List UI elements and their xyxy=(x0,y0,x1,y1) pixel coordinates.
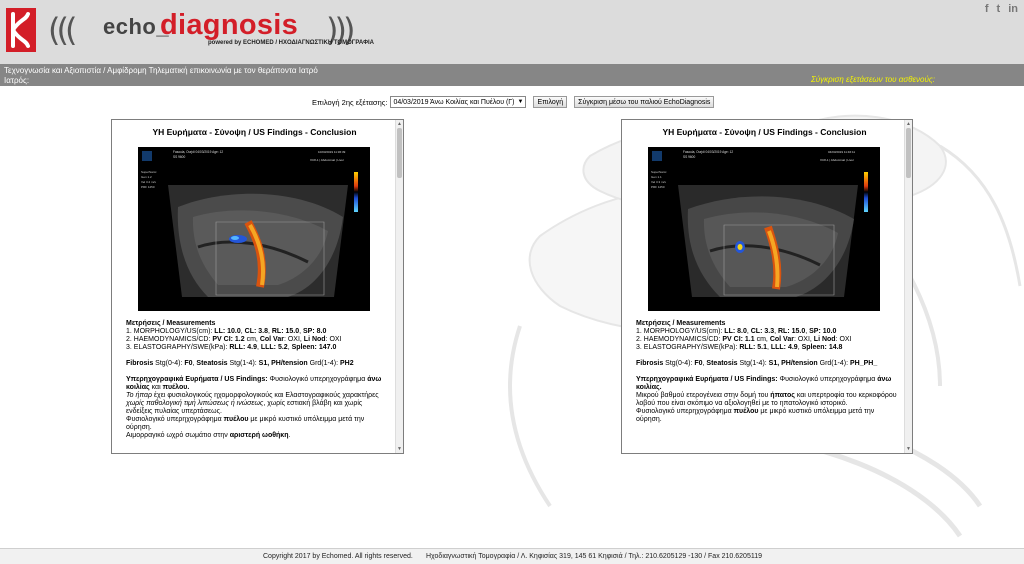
us-findings: Υπερηχογραφικά Ευρήματα / US Findings: Φ… xyxy=(126,376,382,391)
chevron-down-icon: ▼ xyxy=(517,99,524,105)
image-param-1: SuperSonic xyxy=(651,170,667,174)
image-date-text: 10/03/2019 11:36:39 xyxy=(318,150,346,154)
doctor-label: Ιατρός: xyxy=(4,76,30,85)
image-param-2: Gen 1.1 xyxy=(651,175,662,179)
info-strip: Τεχνογνωσία και Αξιοπιστία / Αμφίδρομη Τ… xyxy=(0,64,1024,86)
pelvis-finding: Φυσιολογικό υπερηχογράφημα πυέλου με μικ… xyxy=(636,408,875,423)
image-param-4: PRF 1250 xyxy=(141,185,155,189)
sound-wave-left-icon: ((( xyxy=(48,11,78,49)
image-header-text: Fasoula, Ourjdi 04/03/2019 Age: 12 xyxy=(173,150,223,154)
left-report-panel[interactable]: ΥΗ Ευρήματα - Σύνοψη / US Findings - Con… xyxy=(111,119,404,454)
image-param-4: PRF 1250 xyxy=(651,185,665,189)
image-param-2: Gen 1.2 xyxy=(141,175,152,179)
image-sub-text: SS 9600 xyxy=(683,155,695,159)
measurement-haemodynamics: 2. HAEMODYNAMICS/CD: PV CI: 1.1 cm, Col … xyxy=(636,336,852,343)
fibrosis-steatosis: Fibrosis Stg(0-4): F0, Steatosis Stg(1-4… xyxy=(636,360,878,367)
scroll-down-icon[interactable]: ▼ xyxy=(906,446,911,452)
site-footer: Copyright 2017 by Echomed. All rights re… xyxy=(0,548,1024,564)
report-title: ΥΗ Ευρήματα - Σύνοψη / US Findings - Con… xyxy=(152,127,357,137)
facebook-icon[interactable]: f xyxy=(985,3,989,15)
measurements-heading: Μετρήσεις / Measurements xyxy=(126,320,216,327)
measurement-morphology: 1. MORPHOLOGY/US(cm): LL: 8.0, CL: 3.3, … xyxy=(636,328,837,335)
measurements-heading: Μετρήσεις / Measurements xyxy=(636,320,726,327)
image-date-text: 04/03/2019 11:46:11 xyxy=(828,150,855,154)
second-exam-select[interactable]: 04/03/2019 Άνω Κοιλίας και Πυέλου (Γ) ▼ xyxy=(390,96,527,108)
image-param-3: Vel 3.3 m/s xyxy=(651,180,666,184)
scroll-thumb[interactable] xyxy=(397,128,402,178)
linkedin-icon[interactable]: in xyxy=(1008,3,1018,15)
image-param-3: Vel 3.2 m/s xyxy=(141,180,156,184)
measurement-haemodynamics: 2. HAEMODYNAMICS/CD: PV CI: 1.2 cm, Col … xyxy=(126,336,342,343)
report-text: Μετρήσεις / Measurements 1. MORPHOLOGY/U… xyxy=(636,320,900,424)
image-mode-text: XC8-1 | Abdominal | Liver xyxy=(820,158,854,162)
scroll-up-icon[interactable]: ▲ xyxy=(397,121,402,127)
address-text: Ηχοδιαγνωστική Τομογραφία / Λ. Κηφισίας … xyxy=(426,553,762,560)
social-links: f t in xyxy=(985,3,1018,15)
twitter-icon[interactable]: t xyxy=(997,3,1001,15)
ultrasound-image[interactable]: Fasoula, Ourjdi 04/03/2019 Age: 12 SS 96… xyxy=(138,147,370,311)
fibrosis-steatosis: Fibrosis Stg(0-4): F0, Steatosis Stg(1-4… xyxy=(126,360,354,367)
measurement-elastography: 3. ELASTOGRAPHY/SWE(kPa): RLL: 4.9, LLL:… xyxy=(126,344,337,351)
liver-finding: Το ήπαρ έχει φυσιολογικούς ηχομορφολογικ… xyxy=(126,392,379,415)
pelvis-finding: Φυσιολογικό υπερηχογράφημα πυέλου με μικ… xyxy=(126,416,365,431)
second-exam-label: Επιλογή 2ης εξέτασης: xyxy=(312,97,388,107)
scroll-down-icon[interactable]: ▼ xyxy=(397,446,402,452)
measurement-elastography: 3. ELASTOGRAPHY/SWE(kPa): RLL: 5.1, LLL:… xyxy=(636,344,843,351)
copyright-text: Copyright 2017 by Echomed. All rights re… xyxy=(263,553,413,560)
image-header-text: Fasoula, Ourjdi 04/03/2019 Age: 12 xyxy=(683,150,733,154)
brand-logo[interactable]: ((( echo_ diagnosis ))) powered by ECHOM… xyxy=(48,6,374,54)
compare-old-button[interactable]: Σύγκριση μέσω του παλιού EchoDiagnosis xyxy=(574,96,715,108)
select-button[interactable]: Επιλογή xyxy=(533,96,568,108)
image-param-1: SuperSonic xyxy=(141,170,157,174)
scroll-thumb[interactable] xyxy=(906,128,911,178)
measurement-morphology: 1. MORPHOLOGY/US(cm): LL: 10.0, CL: 3.8,… xyxy=(126,328,327,335)
ultrasound-image[interactable]: Fasoula, Ourjdi 04/03/2019 Age: 12 SS 96… xyxy=(648,147,880,311)
right-report-panel[interactable]: ΥΗ Ευρήματα - Σύνοψη / US Findings - Con… xyxy=(621,119,913,454)
brand-diagnosis-text: diagnosis xyxy=(160,9,299,41)
image-mode-text: XC8-1 | Abdominal | Liver xyxy=(310,158,344,162)
right-report-scrollbar[interactable]: ▲ ▼ xyxy=(904,120,912,453)
liver-finding: Μικρού βαθμού ετερογένεια στην δομή του … xyxy=(636,392,897,407)
selected-exam-value: 04/03/2019 Άνω Κοιλίας και Πυέλου (Γ) xyxy=(393,98,515,106)
ovary-finding: Αιμορραγικό ωχρό σωμάτιο στην αριστερή ω… xyxy=(126,432,291,439)
left-report-scrollbar[interactable]: ▲ ▼ xyxy=(395,120,403,453)
scroll-up-icon[interactable]: ▲ xyxy=(906,121,911,127)
exam-selection-row: Επιλογή 2ης εξέτασης: 04/03/2019 Άνω Κοι… xyxy=(312,96,715,108)
us-findings: Υπερηχογραφικά Ευρήματα / US Findings: Φ… xyxy=(636,376,892,391)
compare-exams-link[interactable]: Σύγκριση εξετάσεων του ασθενούς: xyxy=(811,75,935,84)
strip-title: Τεχνογνωσία και Αξιοπιστία / Αμφίδρομη Τ… xyxy=(4,66,318,75)
report-text: Μετρήσεις / Measurements 1. MORPHOLOGY/U… xyxy=(126,320,390,440)
site-header: ((( echo_ diagnosis ))) powered by ECHOM… xyxy=(0,0,1024,64)
echomed-logo[interactable] xyxy=(6,8,36,52)
powered-by-text: powered by ECHOMED / ΗΧΟΔΙΑΓΝΩΣΤΙΚΗ ΤΟΜΟ… xyxy=(208,40,374,46)
image-sub-text: SS 9600 xyxy=(173,155,185,159)
report-title: ΥΗ Ευρήματα - Σύνοψη / US Findings - Con… xyxy=(662,127,867,137)
